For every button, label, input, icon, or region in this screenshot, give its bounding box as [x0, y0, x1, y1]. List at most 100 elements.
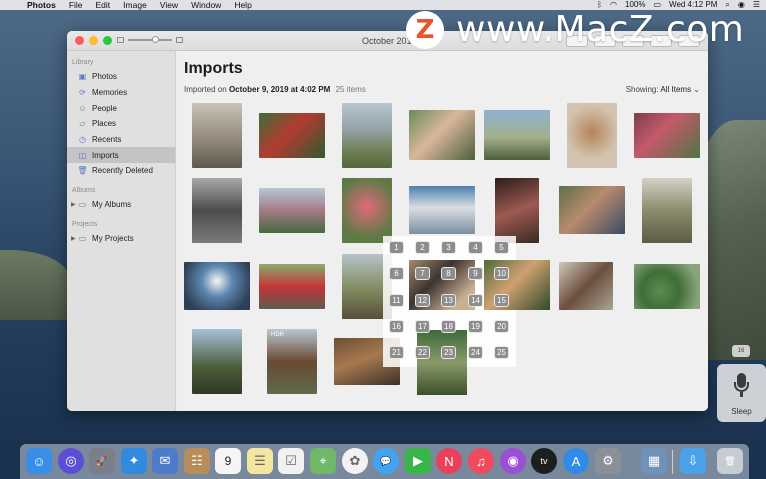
sidebar-item-photos[interactable]: ▣ Photos	[67, 69, 175, 85]
music-icon[interactable]: ♫	[468, 448, 494, 474]
photo-thumbnail[interactable]	[409, 186, 475, 234]
mail-icon[interactable]: ✉	[152, 448, 178, 474]
grid-cell-19[interactable]: 19	[468, 320, 483, 333]
grid-cell-11[interactable]: 11	[389, 294, 404, 307]
launchpad-icon[interactable]: 🚀	[89, 448, 115, 474]
menu-image[interactable]: Image	[123, 0, 147, 10]
close-button[interactable]	[75, 36, 84, 45]
dock-separator	[672, 450, 673, 474]
photo-thumbnail[interactable]	[559, 186, 625, 234]
sidebar-item-my-albums[interactable]: ▶ ▭ My Albums	[67, 197, 175, 213]
sidebar-item-recents[interactable]: ◷ Recents	[67, 132, 175, 148]
folder-icon: ▭	[78, 233, 87, 243]
sidebar-item-my-projects[interactable]: ▶ ▭ My Projects	[67, 231, 175, 247]
photo-thumbnail[interactable]	[484, 110, 550, 160]
photo-thumbnail[interactable]	[259, 264, 325, 309]
sidebar-item-places[interactable]: ▱ Places	[67, 116, 175, 132]
grid-cell-14[interactable]: 14	[468, 294, 483, 307]
photo-thumbnail[interactable]	[342, 178, 392, 243]
grid-cell-16[interactable]: 16	[389, 320, 404, 333]
grid-cell-4[interactable]: 4	[468, 241, 483, 254]
grid-cell-5[interactable]: 5	[494, 241, 509, 254]
grid-cell-9[interactable]: 9	[468, 267, 483, 280]
photo-thumbnail[interactable]	[495, 178, 539, 243]
sidebar-item-imports[interactable]: ◫ Imports	[67, 147, 175, 164]
grid-cell-24[interactable]: 24	[468, 346, 483, 359]
grid-cell-2[interactable]: 2	[415, 241, 430, 254]
photo-thumbnail[interactable]	[417, 330, 467, 395]
grid-cell-15[interactable]: 15	[494, 294, 509, 307]
grid-cell-20[interactable]: 20	[494, 320, 509, 333]
notification-center-icon[interactable]: ☰	[753, 0, 760, 10]
minimize-button[interactable]	[89, 36, 98, 45]
grid-cell-10[interactable]: 10	[494, 267, 509, 280]
photo-thumbnail[interactable]	[342, 103, 392, 168]
siri-icon[interactable]: ◎	[58, 448, 84, 474]
menu-window[interactable]: Window	[191, 0, 221, 10]
grid-cell-8[interactable]: 8	[441, 267, 456, 280]
menu-app[interactable]: Photos	[27, 0, 56, 10]
reminders-icon[interactable]: ☑	[278, 448, 304, 474]
sleep-panel[interactable]: Sleep	[717, 364, 766, 422]
zoom-track[interactable]	[128, 36, 172, 43]
grid-cell-21[interactable]: 21	[389, 346, 404, 359]
menu-view[interactable]: View	[160, 0, 178, 10]
sidebar-item-label: My Projects	[92, 233, 134, 243]
disclosure-triangle-icon[interactable]: ▶	[71, 201, 78, 208]
contacts-icon[interactable]: ☷	[184, 448, 210, 474]
messages-icon[interactable]: 💬	[373, 448, 399, 474]
chevron-down-icon: ⌄	[693, 85, 700, 94]
grid-cell-6[interactable]: 6	[389, 267, 404, 280]
photos-app-icon[interactable]: ✿	[342, 448, 368, 474]
notes-icon[interactable]: ☰	[247, 448, 273, 474]
showing-filter[interactable]: Showing: All Items ⌄	[626, 85, 700, 94]
app-store-icon[interactable]: A	[563, 448, 589, 474]
grid-cell-12[interactable]: 12	[415, 294, 430, 307]
grid-cell-3[interactable]: 3	[441, 241, 456, 254]
menu-file[interactable]: File	[69, 0, 83, 10]
grid-cell-1[interactable]: 1	[389, 241, 404, 254]
menu-help[interactable]: Help	[234, 0, 251, 10]
grid-cell-18[interactable]: 18	[441, 320, 456, 333]
photo-thumbnail[interactable]: HDR	[267, 329, 317, 394]
sidebar-item-memories[interactable]: ⟳ Memories	[67, 85, 175, 101]
zoom-knob[interactable]	[152, 36, 159, 43]
photo-thumbnail[interactable]	[634, 264, 700, 309]
finder-icon[interactable]: ☺	[26, 448, 52, 474]
photo-thumbnail[interactable]	[192, 103, 242, 168]
grid-cell-13[interactable]: 13	[441, 294, 456, 307]
photo-thumbnail[interactable]	[192, 178, 242, 243]
grid-cell-22[interactable]: 22	[415, 346, 430, 359]
podcasts-icon[interactable]: ◉	[500, 448, 526, 474]
calendar-icon[interactable]: 9	[215, 448, 241, 474]
zoom-slider[interactable]	[117, 36, 183, 43]
photo-thumbnail[interactable]	[567, 103, 617, 168]
preview-icon[interactable]: ▦	[641, 448, 667, 474]
grid-cell-17[interactable]: 17	[415, 320, 430, 333]
photo-thumbnail[interactable]	[409, 110, 475, 160]
trash-dock-icon[interactable]: 🗑	[717, 448, 743, 474]
sidebar-item-recently-deleted[interactable]: 🗑 Recently Deleted	[67, 163, 175, 179]
photo-thumbnail[interactable]	[259, 188, 325, 233]
menu-edit[interactable]: Edit	[96, 0, 111, 10]
safari-icon[interactable]: ✦	[121, 448, 147, 474]
fullscreen-button[interactable]	[103, 36, 112, 45]
tv-icon[interactable]: tv	[531, 448, 557, 474]
showing-value[interactable]: All Items	[660, 85, 691, 94]
grid-cell-23[interactable]: 23	[441, 346, 456, 359]
grid-cell-25[interactable]: 25	[494, 346, 509, 359]
grid-cell-7[interactable]: 7	[415, 267, 430, 280]
photo-thumbnail[interactable]	[559, 262, 613, 310]
photo-thumbnail[interactable]	[184, 262, 250, 310]
facetime-icon[interactable]: ▶	[405, 448, 431, 474]
downloads-folder-icon[interactable]: ⇩	[680, 448, 706, 474]
photo-thumbnail[interactable]	[634, 113, 700, 158]
photo-thumbnail[interactable]	[259, 113, 325, 158]
maps-icon[interactable]: ⌖	[310, 448, 336, 474]
disclosure-triangle-icon[interactable]: ▶	[71, 235, 78, 242]
photo-thumbnail[interactable]	[642, 178, 692, 243]
news-icon[interactable]: N	[436, 448, 462, 474]
sidebar-item-people[interactable]: ☺ People	[67, 100, 175, 116]
system-preferences-icon[interactable]: ⚙	[595, 448, 621, 474]
photo-thumbnail[interactable]	[192, 329, 242, 394]
